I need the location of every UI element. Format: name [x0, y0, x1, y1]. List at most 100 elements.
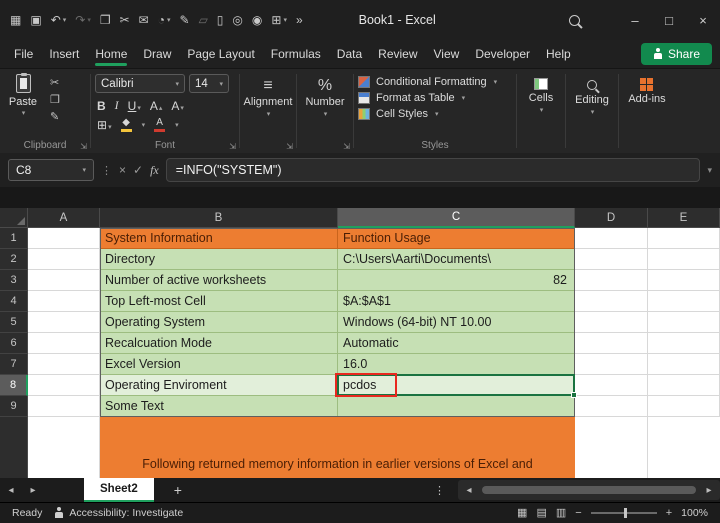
cell-C6[interactable]: Automatic — [338, 333, 575, 354]
insert-function-button[interactable]: fx — [150, 163, 159, 178]
menu-item-draw[interactable]: Draw — [143, 40, 171, 68]
save-icon[interactable]: ▣ — [30, 14, 41, 26]
conditional-formatting-button[interactable]: Conditional Formatting ▾ — [358, 76, 512, 88]
font-dialog-launcher[interactable]: ⇲ — [229, 142, 236, 151]
column-header-d[interactable]: D — [575, 208, 648, 228]
alignment-dialog-launcher[interactable]: ⇲ — [286, 142, 293, 151]
row-header-6[interactable]: 6 — [0, 333, 28, 354]
cell-E9[interactable] — [648, 396, 720, 417]
menu-item-page-layout[interactable]: Page Layout — [187, 40, 254, 68]
cell-B8[interactable]: Operating Enviroment — [100, 375, 338, 396]
cell-D5[interactable] — [575, 312, 648, 333]
cell-A1[interactable] — [28, 228, 100, 249]
italic-button[interactable]: I — [115, 98, 119, 113]
format-painter-qat-icon[interactable]: ✎ — [180, 14, 190, 26]
redo-button[interactable]: ↷▾ — [75, 14, 91, 26]
borders-button[interactable]: ⊞▾ — [97, 118, 112, 132]
cell-A3[interactable] — [28, 270, 100, 291]
menu-item-help[interactable]: Help — [546, 40, 571, 68]
cell-B6[interactable]: Recalcuation Mode — [100, 333, 338, 354]
menu-item-view[interactable]: View — [434, 40, 460, 68]
cell-D6[interactable] — [575, 333, 648, 354]
font-size-select[interactable]: 14 ▾ — [189, 74, 229, 93]
cell-E5[interactable] — [648, 312, 720, 333]
zoom-level[interactable]: 100% — [681, 507, 708, 519]
menu-item-file[interactable]: File — [14, 40, 33, 68]
page-break-view-button[interactable]: ▥ — [556, 508, 566, 519]
cell-E4[interactable] — [648, 291, 720, 312]
cell-B2[interactable]: Directory — [100, 249, 338, 270]
copy-qat-icon[interactable]: ❐ — [100, 14, 111, 26]
cell-A5[interactable] — [28, 312, 100, 333]
cell-E1[interactable] — [648, 228, 720, 249]
cell-A9[interactable] — [28, 396, 100, 417]
row-header-5[interactable]: 5 — [0, 312, 28, 333]
accessibility-button[interactable]: Accessibility: Investigate — [54, 507, 183, 519]
row-header-2[interactable]: 2 — [0, 249, 28, 270]
share-button[interactable]: Share — [641, 43, 712, 65]
format-as-table-button[interactable]: Format as Table ▾ — [358, 92, 512, 104]
menu-item-formulas[interactable]: Formulas — [271, 40, 321, 68]
alignment-button[interactable]: ≡ Alignment ▾ — [244, 74, 293, 137]
normal-view-button[interactable]: ▦ — [517, 508, 527, 519]
bold-button[interactable]: B — [97, 99, 106, 113]
copy-button[interactable]: ❐ — [50, 93, 60, 106]
cell-E6[interactable] — [648, 333, 720, 354]
font-color-button[interactable]: A — [154, 118, 165, 132]
row-header-4[interactable]: 4 — [0, 291, 28, 312]
cell-D4[interactable] — [575, 291, 648, 312]
column-header-b[interactable]: B — [100, 208, 338, 228]
scroll-left-icon[interactable]: ◂ — [458, 485, 480, 496]
cell-D8[interactable] — [575, 375, 648, 396]
fill-color-dropdown-icon[interactable]: ▾ — [142, 121, 146, 129]
cell-B3[interactable]: Number of active worksheets — [100, 270, 338, 291]
row-header-3[interactable]: 3 — [0, 270, 28, 291]
table-button[interactable]: ⊞▾ — [271, 14, 287, 26]
menu-item-developer[interactable]: Developer — [475, 40, 530, 68]
new-sheet-button[interactable]: + — [174, 482, 182, 498]
menu-item-review[interactable]: Review — [378, 40, 417, 68]
mail-icon[interactable]: ✉ — [139, 14, 149, 26]
menu-item-data[interactable]: Data — [337, 40, 362, 68]
sheet-nav-left-icon[interactable]: ◂ — [0, 485, 22, 496]
empty-column-d-strip[interactable] — [575, 417, 648, 478]
cell-C2[interactable]: C:\Users\Aarti\Documents\ — [338, 249, 575, 270]
menu-item-insert[interactable]: Insert — [49, 40, 79, 68]
cell-A4[interactable] — [28, 291, 100, 312]
cell-C3[interactable]: 82 — [338, 270, 575, 291]
cell-C8-active[interactable]: pcdos — [338, 375, 575, 396]
number-dialog-launcher[interactable]: ⇲ — [343, 142, 350, 151]
cell-E3[interactable] — [648, 270, 720, 291]
column-header-a[interactable]: A — [28, 208, 100, 228]
sheet-tab-sheet2[interactable]: Sheet2 — [84, 478, 154, 502]
cancel-button[interactable]: × — [119, 163, 126, 177]
empty-column-e-strip[interactable] — [648, 417, 720, 478]
cell-B5[interactable]: Operating System — [100, 312, 338, 333]
cell-E2[interactable] — [648, 249, 720, 270]
format-painter-button[interactable]: ✎ — [50, 110, 60, 123]
font-color-dropdown-icon[interactable]: ▾ — [175, 121, 179, 129]
cell-styles-button[interactable]: Cell Styles ▾ — [358, 108, 512, 120]
qat-grid-icon[interactable]: ▦ — [10, 14, 21, 26]
font-name-select[interactable]: Calibri ▾ — [95, 74, 185, 93]
select-all-button[interactable] — [0, 208, 28, 228]
cell-A6[interactable] — [28, 333, 100, 354]
pin-icon[interactable]: ◎ — [232, 14, 242, 26]
editing-button[interactable]: Editing ▾ — [575, 74, 609, 137]
empty-column-a-strip[interactable] — [28, 417, 100, 478]
paste-button[interactable]: Paste ▾ — [4, 74, 42, 123]
cell-C9[interactable] — [338, 396, 575, 417]
underline-button[interactable]: U▾ — [128, 99, 141, 113]
name-box[interactable]: C8 ▾ — [8, 159, 94, 181]
maximize-button[interactable]: □ — [652, 0, 686, 40]
cell-A7[interactable] — [28, 354, 100, 375]
horizontal-scrollbar[interactable]: ◂ ▸ — [458, 480, 720, 500]
cell-B4[interactable]: Top Left-most Cell — [100, 291, 338, 312]
zoom-slider[interactable] — [591, 512, 657, 514]
cell-B7[interactable]: Excel Version — [100, 354, 338, 375]
cell-D2[interactable] — [575, 249, 648, 270]
search-icon[interactable] — [569, 15, 580, 26]
undo-dropdown-icon[interactable]: ▾ — [63, 17, 67, 24]
cell-E7[interactable] — [648, 354, 720, 375]
cell-E8[interactable] — [648, 375, 720, 396]
